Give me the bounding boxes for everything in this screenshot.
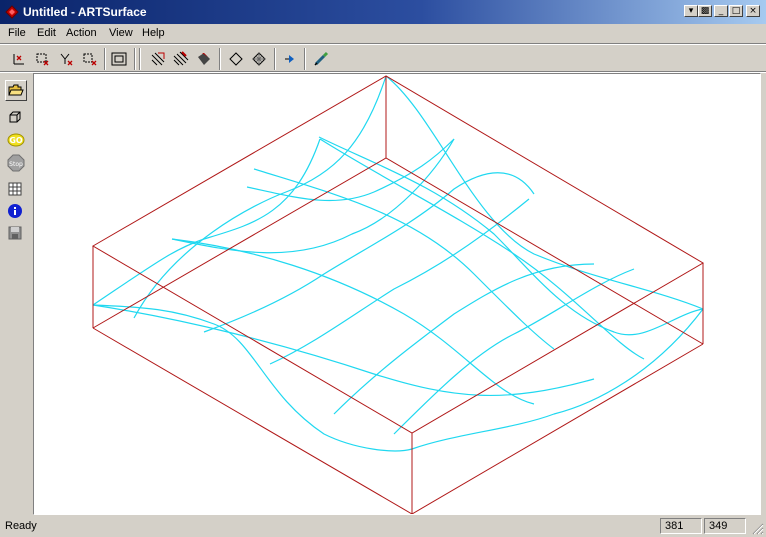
delete-y-button[interactable] [56,49,76,69]
frame-icon [111,52,127,66]
menu-separator [0,43,766,45]
play-button[interactable] [280,49,300,69]
info-icon [8,204,22,218]
title-bar[interactable]: Untitled - ARTSurface ▾ ▩ _ □ × [0,0,766,24]
cube-icon [9,111,21,123]
surface-lines-icon [151,52,165,66]
menu-view[interactable]: View [109,27,133,39]
surface-curve [318,136,704,336]
window-title: Untitled - ARTSurface [23,5,147,19]
diamond-button[interactable] [226,49,246,69]
left-toolbar: GO Stop [0,76,32,516]
box-vertical-edges [92,76,704,514]
stop-icon: Stop [7,154,25,172]
surface-mesh [92,75,704,452]
toolbar-separator [104,48,106,70]
menu-file[interactable]: File [8,27,26,39]
surface-curve [411,308,704,450]
toolbar [0,46,766,72]
status-x-coordinate: 381 [660,518,702,534]
surface-curve [269,198,530,365]
surface-curve [393,268,635,435]
surface-solid-icon [198,53,210,65]
toolbar-separator [274,48,276,70]
maximize-button[interactable]: □ [729,5,743,17]
context-help-button[interactable]: ▾ [684,5,698,17]
delete-x-button[interactable] [32,49,52,69]
stop-label: Stop [9,161,23,168]
app-window: Untitled - ARTSurface ▾ ▩ _ □ × File Edi… [0,0,766,537]
toolbar-separator [304,48,306,70]
surface-fill-button[interactable] [171,49,191,69]
go-label: GO [9,136,23,145]
surface-curve [92,138,321,306]
app-icon [5,5,19,19]
pen-icon [314,51,329,66]
open-button[interactable] [5,80,27,101]
close-button[interactable]: × [746,5,760,17]
status-y-coordinate: 349 [704,518,746,534]
resize-grip-icon[interactable] [752,523,764,535]
menu-bar: File Edit Action View Help [0,24,766,43]
minimize-button[interactable]: _ [714,5,728,17]
toolbar-separator [134,48,136,70]
bounding-box [92,75,704,515]
play-icon [285,55,294,63]
delete-xy-icon [83,53,97,66]
diamond-icon [229,52,243,66]
help-icon[interactable]: ▩ [698,5,712,17]
surface-view[interactable] [34,74,760,515]
save-icon [8,226,22,240]
open-folder-icon [8,84,24,96]
grid-button[interactable] [5,179,27,200]
status-bar: Ready 381 349 [0,517,766,537]
delete-xy-button[interactable] [80,49,100,69]
go-icon: GO [7,133,25,147]
delete-y-icon [60,53,73,66]
stop-button[interactable]: Stop [5,152,27,173]
axes-button[interactable] [9,49,29,69]
surface-curve [92,304,413,452]
drawing-canvas[interactable] [33,73,761,515]
cube-button[interactable] [5,107,27,128]
grid-icon [8,182,22,196]
surface-curve [171,238,535,405]
save-button[interactable] [5,223,27,244]
surface-curve [333,263,595,415]
axes-icon [13,54,24,65]
menu-action[interactable]: Action [66,27,97,39]
delete-x-icon [36,53,49,66]
surface-curve [253,168,555,350]
surface-curve [246,138,455,202]
menu-help[interactable]: Help [142,27,165,39]
grid-diamond-button[interactable] [249,49,269,69]
toolbar-separator [219,48,221,70]
surface-curve [133,75,387,319]
go-button[interactable]: GO [5,130,27,151]
surface-fill-icon [173,51,189,66]
info-button[interactable] [5,201,27,222]
surface-lines-button[interactable] [148,49,168,69]
box-bottom-face [92,327,704,515]
frame-button[interactable] [109,49,129,69]
grid-diamond-icon [252,52,266,66]
pen-button[interactable] [311,49,331,69]
toolbar-separator [139,48,141,70]
surface-solid-button[interactable] [194,49,214,69]
menu-edit[interactable]: Edit [37,27,56,39]
status-text: Ready [5,520,37,532]
